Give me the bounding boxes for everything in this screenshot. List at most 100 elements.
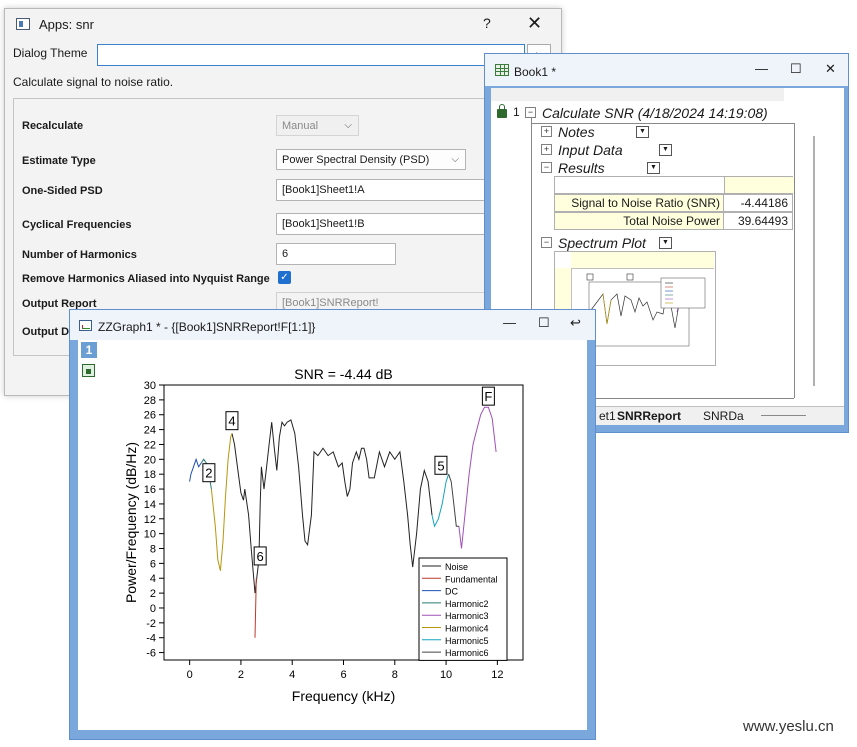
- maximize-icon[interactable]: ☐: [790, 61, 802, 77]
- book1-titlebar[interactable]: Book1 * — ☐ ✕: [485, 54, 848, 86]
- y-tick-label: 6: [150, 558, 156, 570]
- notes-menu-button[interactable]: ▼: [636, 126, 649, 138]
- help-button[interactable]: ?: [483, 15, 491, 31]
- column-header-strip: [491, 88, 784, 101]
- chevron-down-icon: ⌵: [451, 154, 459, 165]
- y-tick-label: 24: [144, 425, 156, 437]
- legend-entry: Harmonic5: [445, 636, 489, 646]
- remove-harmonics-label: Remove Harmonics Aliased into Nyquist Ra…: [22, 273, 270, 285]
- y-tick-label: 12: [144, 514, 156, 526]
- legend-entry: Harmonic2: [445, 599, 489, 609]
- expand-input-data-toggle[interactable]: +: [541, 144, 552, 155]
- remove-harmonics-checkbox[interactable]: ✓: [278, 271, 291, 284]
- minimize-icon[interactable]: —: [503, 315, 516, 330]
- series-line-dc: [189, 457, 202, 482]
- legend-entry: DC: [445, 587, 458, 597]
- thumbnail-chart-icon: [586, 273, 706, 347]
- notes-section: Notes: [558, 124, 595, 140]
- recalculate-select[interactable]: Manual ⌵: [276, 115, 359, 136]
- annotation-label: F: [484, 389, 492, 404]
- book1-title: Book1 *: [514, 65, 557, 79]
- series-line-harmonic5: [431, 474, 450, 528]
- snr-value-cell[interactable]: -4.44186: [723, 194, 793, 212]
- dialog-titlebar[interactable]: Apps: snr ? ✕: [5, 9, 561, 41]
- chart-title: SNR = -4.44 dB: [294, 366, 392, 382]
- one-sided-psd-label: One-Sided PSD: [22, 185, 103, 197]
- results-menu-button[interactable]: ▼: [647, 162, 660, 174]
- app-icon: [16, 18, 30, 30]
- input-data-menu-button[interactable]: ▼: [659, 144, 672, 156]
- watermark: www.yeslu.cn: [743, 718, 834, 735]
- collapse-spectrum-plot-toggle[interactable]: −: [541, 237, 552, 248]
- dialog-theme-input[interactable]: [97, 44, 525, 66]
- graph-titlebar[interactable]: ZZGraph1 * - {[Book1]SNRReport!F[1:1]} —…: [70, 310, 595, 340]
- annotation-label: 2: [205, 466, 212, 481]
- noise-power-label-cell: Total Noise Power: [554, 212, 724, 230]
- close-icon[interactable]: ✕: [527, 13, 542, 34]
- number-of-harmonics-input[interactable]: 6: [276, 243, 396, 265]
- graph-title: ZZGraph1 * - {[Book1]SNRReport!F[1:1]}: [98, 320, 316, 334]
- recalculate-label: Recalculate: [22, 120, 84, 132]
- y-tick-label: 0: [150, 603, 156, 615]
- collapse-report-toggle[interactable]: −: [525, 107, 536, 118]
- graph-icon: [79, 320, 92, 331]
- y-tick-label: 4: [150, 573, 156, 585]
- series-line-noise: [231, 419, 433, 594]
- noise-power-value-cell[interactable]: 39.64493: [723, 212, 793, 230]
- legend-entry: Harmonic3: [445, 611, 489, 621]
- minimize-icon[interactable]: —: [755, 61, 768, 76]
- annotation-label: 4: [228, 414, 235, 429]
- results-section: Results: [558, 160, 605, 176]
- dialog-title: Apps: snr: [39, 17, 94, 32]
- snr-plot: SNR = -4.44 dB0 2 4 6 8 10 12-6-4-202468101214…: [123, 366, 524, 704]
- series-line-harmonic4: [210, 433, 233, 571]
- spectrum-plot-menu-button[interactable]: ▼: [659, 237, 672, 249]
- x-tick-label: 12: [491, 669, 503, 681]
- x-tick-label: 4: [289, 669, 295, 681]
- x-tick-label: 8: [392, 669, 398, 681]
- restore-icon[interactable]: ↩: [570, 315, 581, 331]
- number-of-harmonics-label: Number of Harmonics: [22, 249, 137, 261]
- one-sided-psd-input[interactable]: [Book1]Sheet1!A: [276, 179, 491, 201]
- cyclical-frequencies-label: Cyclical Frequencies: [22, 219, 132, 231]
- collapse-results-toggle[interactable]: −: [541, 162, 552, 173]
- legend-entry: Harmonic6: [445, 648, 489, 658]
- chevron-down-icon: ⌵: [344, 120, 352, 131]
- report-rule-right: [794, 123, 795, 398]
- vertical-scrollbar[interactable]: [813, 136, 815, 386]
- graph-canvas: 1 SNR = -4.44 dB 0 2 4 6 8 10 12 -6 -4 -2 0 2 4 6 8 10 12…: [78, 340, 587, 730]
- y-tick-label: 16: [144, 484, 156, 496]
- x-tick-label: 10: [440, 669, 452, 681]
- y-tick-label: 18: [144, 469, 156, 481]
- recalculate-value: Manual: [282, 120, 319, 132]
- sheet1-tab[interactable]: et1: [599, 409, 616, 423]
- estimate-type-label: Estimate Type: [22, 155, 96, 167]
- y-tick-label: 20: [144, 454, 156, 466]
- x-tick-label: 0: [187, 669, 193, 681]
- y-tick-label: 2: [150, 588, 156, 600]
- x-tick-label: 6: [340, 669, 346, 681]
- close-icon[interactable]: ✕: [825, 61, 836, 77]
- x-tick-label: 2: [238, 669, 244, 681]
- results-header-cell: [724, 177, 794, 193]
- expand-notes-toggle[interactable]: +: [541, 126, 552, 137]
- x-axis-label: Frequency (kHz): [292, 688, 395, 704]
- dialog-description: Calculate signal to noise ratio.: [13, 75, 174, 89]
- horizontal-scrollbar[interactable]: [761, 415, 806, 416]
- workbook-icon: [495, 64, 509, 76]
- cyclical-frequencies-input[interactable]: [Book1]Sheet1!B: [276, 213, 491, 235]
- input-data-section: Input Data: [558, 142, 623, 158]
- snrdata-tab[interactable]: SNRDa: [703, 409, 744, 423]
- legend-entry: Fundamental: [445, 574, 498, 584]
- snrreport-tab[interactable]: SNRReport: [617, 409, 681, 423]
- results-header-row: [554, 176, 794, 194]
- series-line-harmonic3: [458, 406, 497, 549]
- estimate-type-select[interactable]: Power Spectral Density (PSD) ⌵: [276, 149, 466, 170]
- annotation-label: 6: [257, 549, 264, 564]
- y-tick-label: 14: [144, 499, 156, 511]
- maximize-icon[interactable]: ☐: [538, 315, 550, 331]
- lock-icon: [497, 104, 507, 118]
- report-title: Calculate SNR (4/18/2024 14:19:08): [542, 105, 768, 121]
- row-number: 1: [513, 105, 520, 119]
- y-tick-label: -2: [146, 618, 156, 630]
